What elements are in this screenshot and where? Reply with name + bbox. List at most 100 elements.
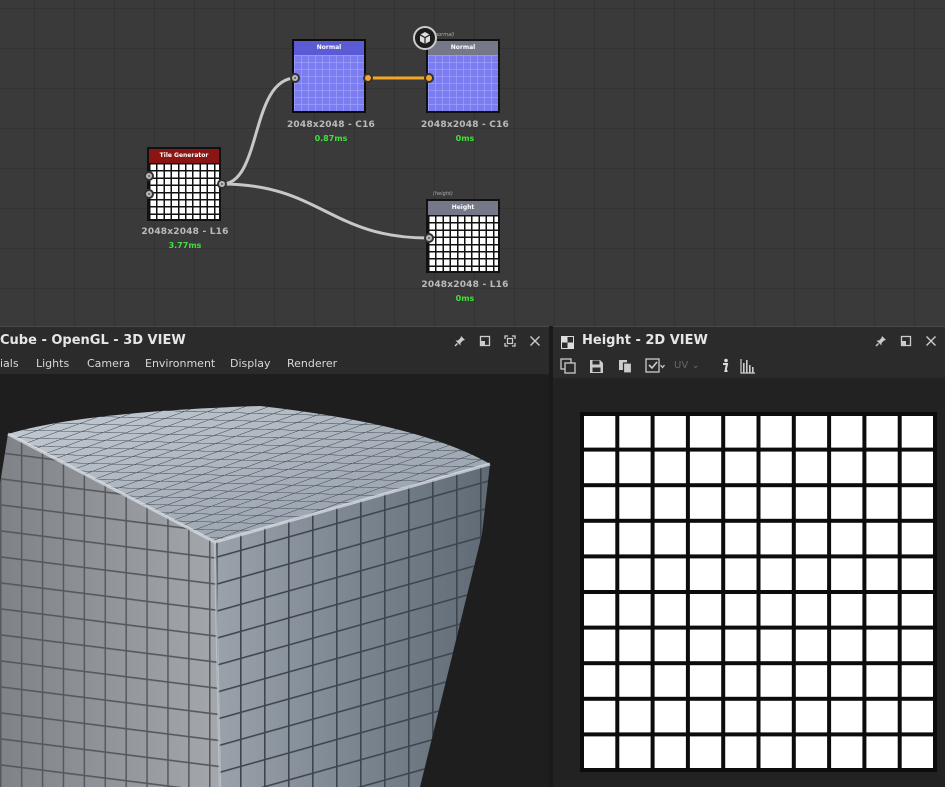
height-output-node-title: Height xyxy=(428,201,498,215)
tiled-cube-render xyxy=(0,406,491,787)
texture-tile xyxy=(760,487,792,519)
texture-tile xyxy=(689,416,722,448)
2d-viewport[interactable] xyxy=(553,378,945,787)
uv-dropdown[interactable]: UV ⌄ xyxy=(674,360,700,371)
texture-tile xyxy=(619,451,651,484)
texture-tile xyxy=(760,522,792,555)
restore-icon[interactable] xyxy=(898,333,914,349)
menu-display[interactable]: Display xyxy=(230,357,271,370)
texture-tile xyxy=(760,558,792,590)
texture-tile xyxy=(584,736,616,768)
tile-generator-output-port[interactable] xyxy=(217,179,227,189)
texture-tile xyxy=(725,665,757,697)
texture-tile xyxy=(831,487,863,519)
wire-tile-to-height xyxy=(221,182,429,240)
texture-tile xyxy=(689,665,722,697)
texture-tile xyxy=(654,558,686,590)
texture-tile xyxy=(725,522,757,555)
menu-camera[interactable]: Camera xyxy=(87,357,130,370)
texture-tile xyxy=(689,629,722,662)
texture-tile xyxy=(795,665,828,697)
normal-input-port[interactable] xyxy=(290,73,300,83)
height-output-node[interactable]: Height xyxy=(426,199,500,273)
3d-viewport[interactable] xyxy=(0,374,549,787)
display-options-icon[interactable] xyxy=(645,356,665,376)
save-icon[interactable] xyxy=(586,356,606,376)
normal-output-info: 2048x2048 - C16 xyxy=(420,120,510,130)
normal-output-node[interactable]: Normal xyxy=(426,39,500,113)
height-output-tag: (height) xyxy=(433,191,453,197)
texture-tile xyxy=(619,416,651,448)
pin-icon[interactable] xyxy=(452,333,468,349)
close-icon[interactable] xyxy=(923,333,939,349)
histogram-icon[interactable] xyxy=(738,356,758,376)
maximize-icon[interactable] xyxy=(502,333,518,349)
texture-tile xyxy=(866,522,898,555)
3d-view-panel: Cube - OpenGL - 3D VIEW ials Lights Came… xyxy=(0,326,549,787)
texture-tile xyxy=(866,487,898,519)
texture-tile xyxy=(584,594,616,626)
pin-icon[interactable] xyxy=(873,333,889,349)
texture-tile xyxy=(901,736,933,768)
normal-node-info: 2048x2048 - C16 xyxy=(286,120,376,130)
normal-node[interactable]: Normal xyxy=(292,39,366,113)
texture-tile xyxy=(866,416,898,448)
tile-generator-node-title: Tile Generator xyxy=(149,149,219,163)
texture-tile xyxy=(654,522,686,555)
texture-tile xyxy=(795,451,828,484)
tile-generator-info: 2048x2048 - L16 xyxy=(141,227,229,237)
tile-generator-thumbnail xyxy=(149,163,219,219)
restore-icon[interactable] xyxy=(477,333,493,349)
texture-tile xyxy=(795,558,828,590)
texture-tile xyxy=(901,558,933,590)
menu-renderer[interactable]: Renderer xyxy=(287,357,337,370)
texture-tile xyxy=(725,629,757,662)
texture-tile xyxy=(619,736,651,768)
texture-tile xyxy=(725,594,757,626)
texture-tile xyxy=(584,665,616,697)
copy-icon[interactable] xyxy=(615,356,635,376)
texture-tile xyxy=(795,736,828,768)
texture-tile xyxy=(725,558,757,590)
texture-tile xyxy=(831,700,863,733)
texture-tile xyxy=(619,487,651,519)
menu-environment[interactable]: Environment xyxy=(145,357,215,370)
cube-icon[interactable] xyxy=(413,26,437,50)
tile-generator-input-port-1[interactable] xyxy=(144,171,154,181)
node-graph[interactable]: Tile Generator 2048x2048 - L16 3.77ms No… xyxy=(0,0,945,326)
export-icon[interactable] xyxy=(558,356,578,376)
3d-view-menubar: ials Lights Camera Environment Display R… xyxy=(0,354,549,374)
texture-tile xyxy=(831,665,863,697)
height-output-thumbnail xyxy=(428,215,498,271)
texture-tile xyxy=(654,451,686,484)
chevron-down-icon: ⌄ xyxy=(691,360,700,371)
tile-generator-node[interactable]: Tile Generator xyxy=(147,147,221,221)
height-output-input-port[interactable] xyxy=(424,233,434,243)
texture-tile xyxy=(619,700,651,733)
texture-tile xyxy=(760,665,792,697)
normal-output-input-port[interactable] xyxy=(424,73,434,83)
texture-tile xyxy=(831,558,863,590)
texture-tile xyxy=(901,451,933,484)
menu-materials[interactable]: ials xyxy=(0,357,19,370)
texture-tile xyxy=(760,451,792,484)
normal-output-port[interactable] xyxy=(363,73,373,83)
texture-tile xyxy=(831,522,863,555)
texture-tile xyxy=(795,594,828,626)
info-icon[interactable] xyxy=(715,356,735,376)
texture-tile xyxy=(689,558,722,590)
height-output-time: 0ms xyxy=(455,294,475,303)
texture-tile xyxy=(619,522,651,555)
menu-lights[interactable]: Lights xyxy=(36,357,69,370)
texture-tile xyxy=(760,736,792,768)
texture-tile xyxy=(831,594,863,626)
texture-tile xyxy=(831,416,863,448)
tile-generator-input-port-2[interactable] xyxy=(144,189,154,199)
texture-tile xyxy=(584,629,616,662)
texture-tile xyxy=(584,522,616,555)
texture-tile xyxy=(584,416,616,448)
texture-tile xyxy=(654,665,686,697)
close-icon[interactable] xyxy=(527,333,543,349)
texture-tile xyxy=(901,522,933,555)
texture-tile xyxy=(795,416,828,448)
